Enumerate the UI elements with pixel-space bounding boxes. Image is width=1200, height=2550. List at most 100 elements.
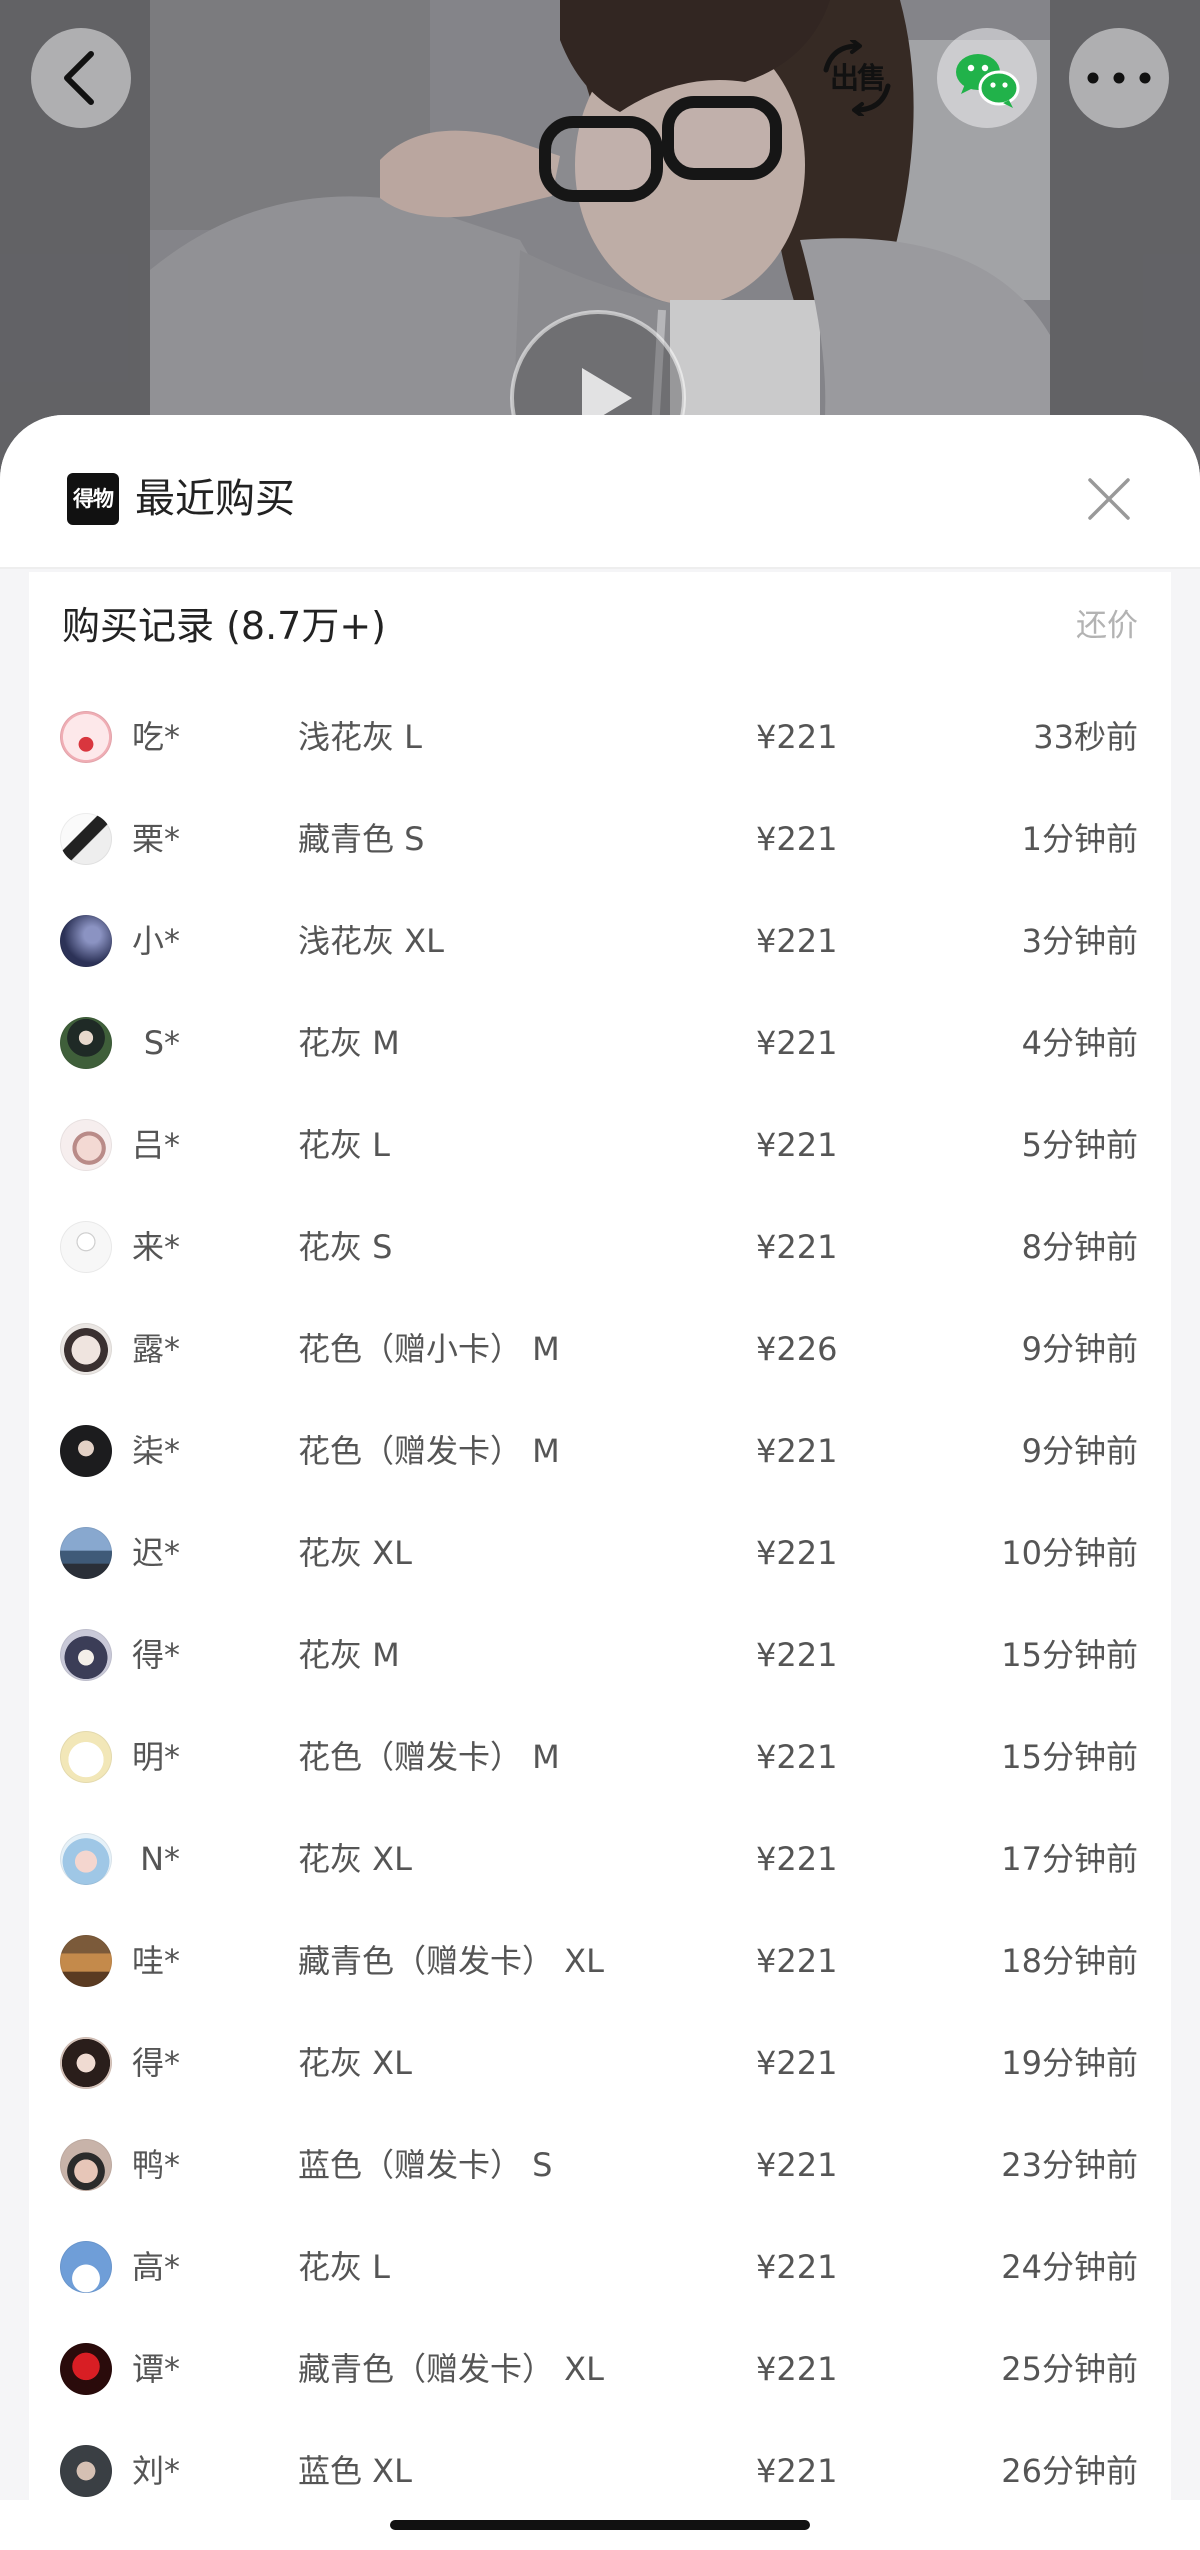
close-icon [1088, 478, 1130, 520]
avatar [60, 1119, 112, 1171]
purchase-time: 5分钟前 [1021, 1126, 1138, 1164]
avatar [60, 1629, 112, 1681]
purchase-time: 3分钟前 [1021, 922, 1138, 960]
purchase-record-row: 吕* 花灰 L ¥221 5分钟前 [29, 1094, 1171, 1196]
purchase-price: ¥221 [756, 718, 838, 756]
avatar [60, 1833, 112, 1885]
purchase-time: 15分钟前 [1001, 1738, 1138, 1776]
sell-button[interactable]: 出售 [818, 40, 896, 116]
buyer-name: N* [140, 1840, 180, 1878]
purchase-record-row: S* 花灰 M ¥221 4分钟前 [29, 992, 1171, 1094]
product-spec: 花灰 L [298, 1126, 391, 1164]
purchase-price: ¥221 [756, 1432, 838, 1470]
purchase-records-card: 购买记录 (8.7万+) 还价 吃* 浅花灰 L ¥221 33秒前 栗* 藏青… [29, 572, 1171, 2500]
purchase-record-row: 小* 浅花灰 XL ¥221 3分钟前 [29, 890, 1171, 992]
back-button[interactable] [31, 28, 131, 128]
purchase-price: ¥226 [756, 1330, 838, 1368]
wechat-icon [956, 54, 1020, 108]
sheet-title: 最近购买 [135, 476, 295, 522]
purchase-records-list[interactable]: 吃* 浅花灰 L ¥221 33秒前 栗* 藏青色 S ¥221 1分钟前 小*… [29, 686, 1171, 2500]
purchase-record-row: 刘* 蓝色 XL ¥221 26分钟前 [29, 2420, 1171, 2500]
purchase-record-row: N* 花灰 XL ¥221 17分钟前 [29, 1808, 1171, 1910]
buyer-name: 来* [131, 1228, 180, 1266]
buyer-name: 鸭* [131, 2146, 180, 2184]
product-spec: 藏青色（赠发卡） XL [298, 1942, 604, 1980]
product-spec: 花灰 XL [298, 2044, 412, 2082]
purchase-price: ¥221 [756, 1942, 838, 1980]
purchase-price: ¥221 [756, 2452, 838, 2490]
bargain-button[interactable]: 还价 [1076, 607, 1138, 645]
purchase-record-row: 哇* 藏青色（赠发卡） XL ¥221 18分钟前 [29, 1910, 1171, 2012]
avatar [60, 2139, 112, 2191]
purchase-time: 33秒前 [1033, 718, 1138, 756]
avatar [60, 1527, 112, 1579]
share-wechat-button[interactable] [937, 28, 1037, 128]
purchase-record-row: 谭* 藏青色（赠发卡） XL ¥221 25分钟前 [29, 2318, 1171, 2420]
product-spec: 藏青色 S [298, 820, 425, 858]
purchase-record-row: 明* 花色（赠发卡） M ¥221 15分钟前 [29, 1706, 1171, 1808]
product-spec: 花灰 XL [298, 1840, 412, 1878]
purchase-record-row: 迟* 花灰 XL ¥221 10分钟前 [29, 1502, 1171, 1604]
purchase-price: ¥221 [756, 1636, 838, 1674]
purchase-record-row: 露* 花色（赠小卡） M ¥226 9分钟前 [29, 1298, 1171, 1400]
purchase-price: ¥221 [756, 2044, 838, 2082]
product-spec: 蓝色（赠发卡） S [298, 2146, 553, 2184]
product-spec: 花灰 S [298, 1228, 393, 1266]
purchase-record-row: 得* 花灰 XL ¥221 19分钟前 [29, 2012, 1171, 2114]
avatar [60, 2445, 112, 2497]
more-button[interactable] [1069, 28, 1169, 128]
product-spec: 蓝色 XL [298, 2452, 412, 2490]
purchase-time: 9分钟前 [1021, 1330, 1138, 1368]
product-spec: 花灰 M [298, 1636, 400, 1674]
purchase-record-row: 高* 花灰 L ¥221 24分钟前 [29, 2216, 1171, 2318]
avatar [60, 2343, 112, 2395]
purchase-record-row: 来* 花灰 S ¥221 8分钟前 [29, 1196, 1171, 1298]
buyer-name: 高* [131, 2248, 180, 2286]
buyer-name: 谭* [131, 2350, 180, 2388]
purchase-time: 23分钟前 [1001, 2146, 1138, 2184]
avatar [60, 1017, 112, 1069]
product-spec: 花色（赠发卡） M [298, 1738, 560, 1776]
sheet-header: 得物 最近购买 [0, 415, 1200, 569]
purchase-time: 10分钟前 [1001, 1534, 1138, 1572]
purchase-price: ¥221 [756, 1738, 838, 1776]
purchase-record-row: 得* 花灰 M ¥221 15分钟前 [29, 1604, 1171, 1706]
app-logo: 得物 [67, 473, 119, 525]
purchase-record-row: 吃* 浅花灰 L ¥221 33秒前 [29, 686, 1171, 788]
avatar [60, 711, 112, 763]
avatar [60, 2037, 112, 2089]
chevron-left-icon [64, 51, 94, 105]
product-spec: 花灰 M [298, 1024, 400, 1062]
purchase-time: 4分钟前 [1021, 1024, 1138, 1062]
close-button[interactable] [1086, 476, 1132, 522]
recent-purchases-sheet: 得物 最近购买 购买记录 (8.7万+) 还价 吃* 浅花灰 L ¥221 33… [0, 415, 1200, 2500]
purchase-record-row: 柒* 花色（赠发卡） M ¥221 9分钟前 [29, 1400, 1171, 1502]
buyer-name: S* [143, 1024, 180, 1062]
buyer-name: 吃* [131, 718, 180, 756]
purchase-price: ¥221 [756, 2350, 838, 2388]
product-spec: 花灰 L [298, 2248, 391, 2286]
sell-label: 出售 [829, 61, 886, 95]
purchase-price: ¥221 [756, 922, 838, 960]
avatar [60, 1425, 112, 1477]
product-spec: 花色（赠发卡） M [298, 1432, 560, 1470]
home-indicator[interactable] [390, 2520, 810, 2530]
purchase-price: ¥221 [756, 2248, 838, 2286]
buyer-name: 哇* [131, 1942, 180, 1980]
purchase-time: 1分钟前 [1021, 820, 1138, 858]
avatar [60, 1935, 112, 1987]
buyer-name: 小* [131, 922, 180, 960]
buyer-name: 栗* [131, 820, 180, 858]
buyer-name: 刘* [131, 2452, 180, 2490]
purchase-time: 9分钟前 [1021, 1432, 1138, 1470]
product-spec: 浅花灰 XL [298, 922, 444, 960]
avatar [60, 813, 112, 865]
avatar [60, 1323, 112, 1375]
product-spec: 花色（赠小卡） M [298, 1330, 560, 1368]
purchase-time: 17分钟前 [1001, 1840, 1138, 1878]
avatar [60, 915, 112, 967]
buyer-name: 露* [131, 1330, 180, 1368]
records-title: 购买记录 (8.7万+) [62, 604, 387, 648]
buyer-name: 得* [131, 2044, 180, 2082]
purchase-time: 15分钟前 [1001, 1636, 1138, 1674]
